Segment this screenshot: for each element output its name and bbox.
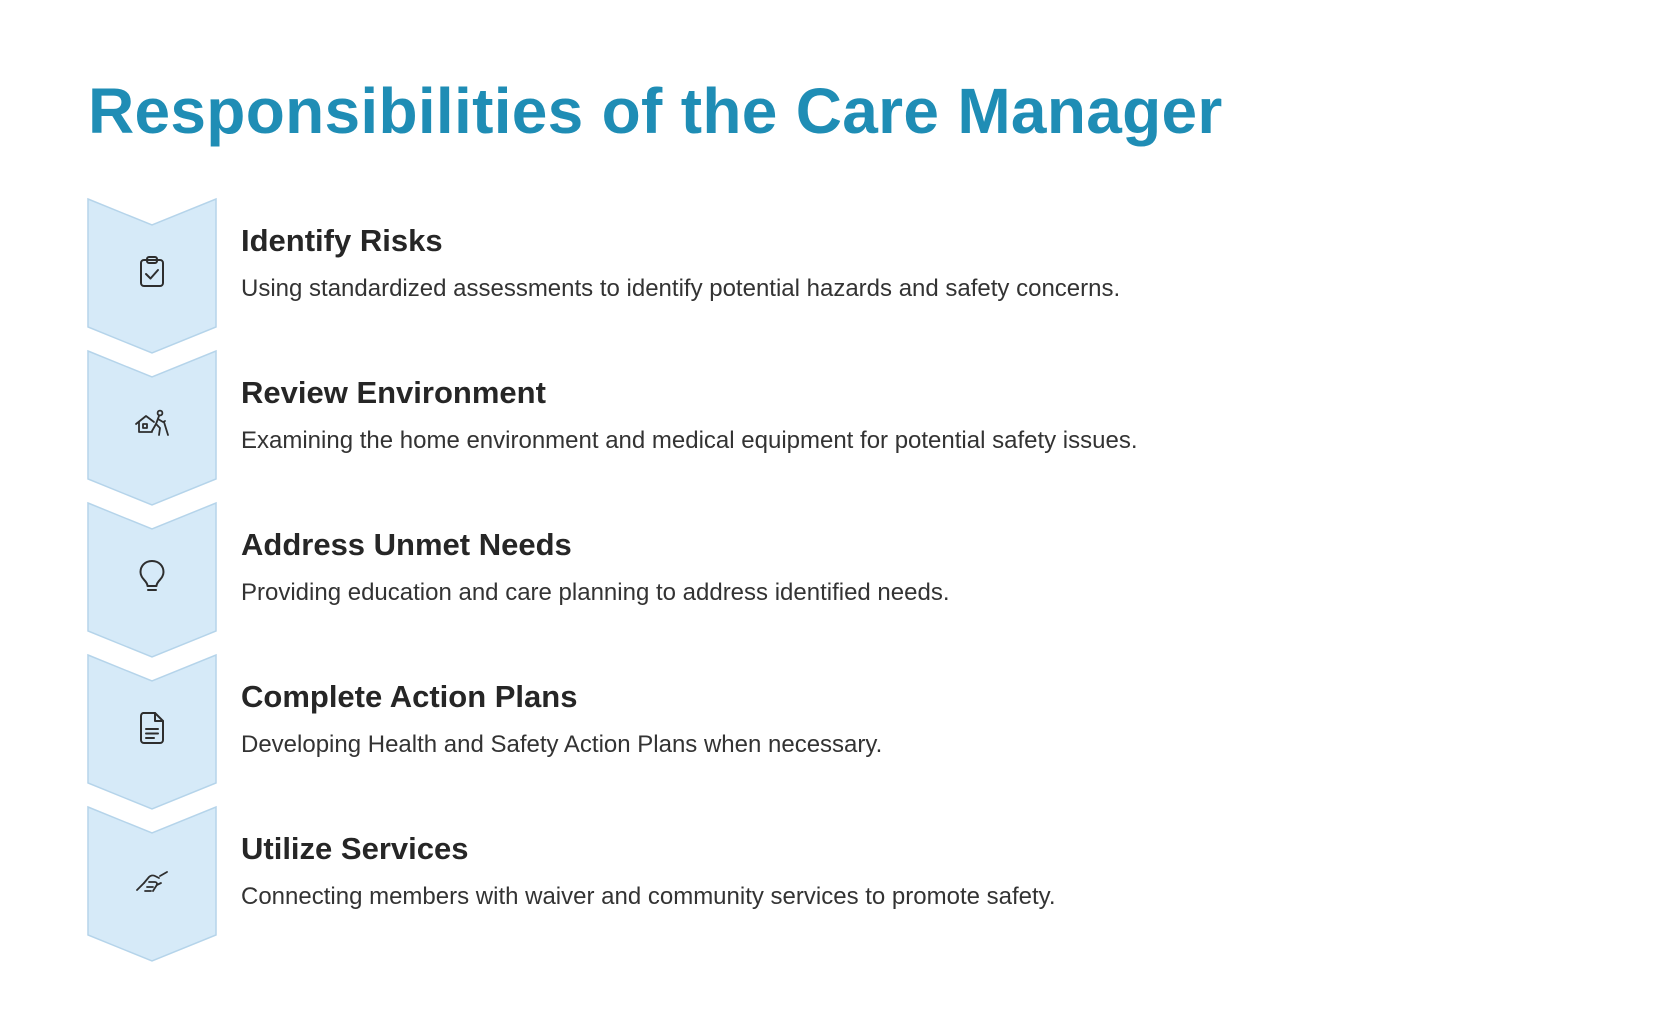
step-heading: Complete Action Plans (241, 679, 578, 714)
step-address-unmet-needs: Address Unmet Needs Providing education … (87, 501, 1488, 658)
step-description: Connecting members with waiver and commu… (241, 883, 1056, 910)
chevron-marker (87, 501, 217, 658)
step-utilize-services: Utilize Services Connecting members with… (87, 805, 1488, 962)
home-walker-icon (132, 404, 172, 444)
lightbulb-icon (132, 556, 172, 596)
step-description: Providing education and care planning to… (241, 579, 950, 606)
step-text: Utilize Services Connecting members with… (241, 829, 1441, 913)
page-title: Responsibilities of the Care Manager (88, 75, 1223, 147)
chevron-marker (87, 349, 217, 506)
chevron-marker (87, 805, 217, 962)
clipboard-check-icon (132, 252, 172, 292)
step-description: Examining the home environment and medic… (241, 427, 1138, 454)
step-heading: Utilize Services (241, 831, 469, 866)
step-description: Using standardized assessments to identi… (241, 275, 1121, 302)
step-identify-risks: Identify Risks Using standardized assess… (87, 197, 1488, 354)
step-text: Identify Risks Using standardized assess… (241, 221, 1441, 305)
step-heading: Review Environment (241, 375, 546, 410)
chevron-marker (87, 653, 217, 810)
step-heading: Identify Risks (241, 223, 443, 258)
chevron-marker (87, 197, 217, 354)
steps-list: Identify Risks Using standardized assess… (87, 197, 1488, 962)
step-text: Review Environment Examining the home en… (241, 373, 1441, 457)
document-icon (132, 708, 172, 748)
step-review-environment: Review Environment Examining the home en… (87, 349, 1488, 506)
step-text: Complete Action Plans Developing Health … (241, 677, 1441, 761)
handshake-icon (132, 860, 172, 900)
step-complete-action-plans: Complete Action Plans Developing Health … (87, 653, 1488, 810)
step-text: Address Unmet Needs Providing education … (241, 525, 1441, 609)
step-heading: Address Unmet Needs (241, 527, 572, 562)
step-description: Developing Health and Safety Action Plan… (241, 731, 883, 758)
